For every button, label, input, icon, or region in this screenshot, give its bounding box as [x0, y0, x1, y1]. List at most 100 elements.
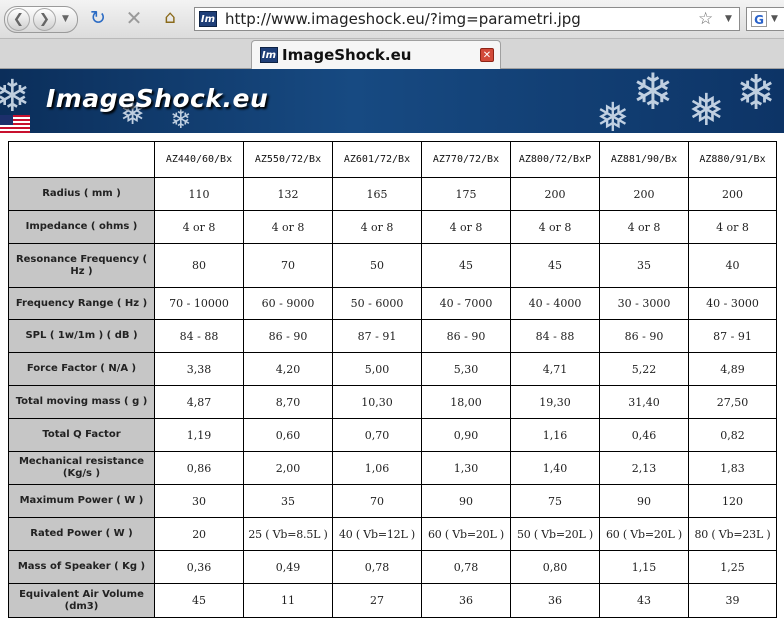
row-label: Radius ( mm ) — [8, 177, 155, 211]
table-row: Force Factor ( N/A ) 3,38 4,20 5,00 5,30… — [8, 352, 777, 386]
table-cell: 25 ( Vb=8.5L ) — [243, 517, 333, 551]
table-cell: 1,83 — [688, 451, 777, 485]
table-row: Mechanical resistance (Kg/s ) 0,86 2,00 … — [8, 451, 777, 485]
row-label: Total Q Factor — [8, 418, 155, 452]
us-flag-icon[interactable] — [0, 115, 30, 133]
table-cell: 70 — [332, 484, 422, 518]
table-cell: 36 — [421, 583, 511, 618]
table-cell: 2,13 — [599, 451, 689, 485]
table-cell: 80 ( Vb=23L ) — [688, 517, 777, 551]
table-cell: 0,78 — [421, 550, 511, 584]
table-cell: 0,36 — [154, 550, 244, 584]
home-icon[interactable]: ⌂ — [158, 6, 182, 30]
column-header: AZ550/72/Bx — [243, 141, 333, 178]
row-label: Rated Power ( W ) — [8, 517, 155, 551]
browser-toolbar: ❮ ❯ ▼ ↻ ✕ ⌂ Im http://www.imageshock.eu/… — [0, 0, 784, 39]
table-cell: 90 — [599, 484, 689, 518]
table-cell: 2,00 — [243, 451, 333, 485]
search-engine-dropdown-icon[interactable]: ▼ — [771, 14, 778, 24]
table-cell: 0,80 — [510, 550, 600, 584]
column-header: AZ440/60/Bx — [154, 141, 244, 178]
table-cell: 0,90 — [421, 418, 511, 452]
table-cell: 1,16 — [510, 418, 600, 452]
url-dropdown-icon[interactable]: ▼ — [725, 14, 732, 24]
table-cell: 1,25 — [688, 550, 777, 584]
row-label: Resonance Frequency ( Hz ) — [8, 243, 155, 288]
table-cell: 165 — [332, 177, 422, 211]
table-row: Resonance Frequency ( Hz ) 80 70 50 45 4… — [8, 243, 777, 288]
column-header: AZ770/72/Bx — [421, 141, 511, 178]
header-row: AZ440/60/Bx AZ550/72/Bx AZ601/72/Bx AZ77… — [8, 141, 777, 178]
table-cell: 19,30 — [510, 385, 600, 419]
row-label: SPL ( 1w/1m ) ( dB ) — [8, 319, 155, 353]
table-cell: 1,40 — [510, 451, 600, 485]
column-header: AZ881/90/Bx — [599, 141, 689, 178]
table-cell: 4 or 8 — [510, 210, 600, 244]
column-header: AZ601/72/Bx — [332, 141, 422, 178]
table-cell: 45 — [154, 583, 244, 618]
table-cell: 0,82 — [688, 418, 777, 452]
table-cell: 132 — [243, 177, 333, 211]
table-cell: 40 - 7000 — [421, 287, 511, 320]
table-cell: 35 — [243, 484, 333, 518]
table-row: Total moving mass ( g ) 4,87 8,70 10,30 … — [8, 385, 777, 419]
corner-cell — [8, 141, 155, 178]
close-tab-icon[interactable]: ✕ — [480, 48, 494, 62]
site-logo[interactable]: ImageShock.eu — [46, 84, 268, 113]
snowflake-decoration-icon: ❅ — [596, 95, 630, 133]
navigation-buttons: ❮ ❯ ▼ — [4, 6, 78, 33]
tab-title: ImageShock.eu — [282, 46, 412, 64]
table-cell: 27 — [332, 583, 422, 618]
forward-arrow-icon[interactable]: ❯ — [33, 8, 56, 31]
history-dropdown-icon[interactable]: ▼ — [62, 14, 69, 24]
address-url[interactable]: http://www.imageshock.eu/?img=parametri.… — [225, 10, 581, 28]
search-box[interactable]: G ▼ — [746, 7, 784, 31]
table-cell: 8,70 — [243, 385, 333, 419]
table-cell: 0,49 — [243, 550, 333, 584]
table-cell: 80 — [154, 243, 244, 288]
site-favicon-icon: Im — [199, 11, 217, 27]
table-cell: 75 — [510, 484, 600, 518]
tab-favicon-icon: Im — [260, 47, 278, 63]
snowflake-decoration-icon: ❄ — [736, 69, 777, 121]
table-cell: 86 - 90 — [599, 319, 689, 353]
column-header: AZ880/91/Bx — [688, 141, 777, 178]
row-label: Impedance ( ohms ) — [8, 210, 155, 244]
tab-strip: Im ImageShock.eu ✕ — [0, 39, 784, 69]
stop-icon[interactable]: ✕ — [122, 6, 146, 30]
table-cell: 3,38 — [154, 352, 244, 386]
table-cell: 87 - 91 — [332, 319, 422, 353]
table-cell: 4 or 8 — [154, 210, 244, 244]
table-cell: 10,30 — [332, 385, 422, 419]
table-cell: 20 — [154, 517, 244, 551]
bookmark-star-icon[interactable]: ☆ — [698, 9, 713, 29]
table-cell: 200 — [510, 177, 600, 211]
address-bar[interactable]: Im http://www.imageshock.eu/?img=paramet… — [194, 7, 740, 31]
table-cell: 40 — [688, 243, 777, 288]
table-cell: 87 - 91 — [688, 319, 777, 353]
table-cell: 35 — [599, 243, 689, 288]
table-cell: 90 — [421, 484, 511, 518]
table-cell: 4,89 — [688, 352, 777, 386]
table-cell: 50 — [332, 243, 422, 288]
row-label: Maximum Power ( W ) — [8, 484, 155, 518]
table-cell: 200 — [599, 177, 689, 211]
table-cell: 4 or 8 — [421, 210, 511, 244]
tab-imageshock[interactable]: Im ImageShock.eu ✕ — [251, 40, 501, 69]
snowflake-decoration-icon: ❄ — [632, 69, 674, 121]
search-engine-icon[interactable]: G — [751, 11, 767, 27]
table-cell: 43 — [599, 583, 689, 618]
table-cell: 120 — [688, 484, 777, 518]
reload-icon[interactable]: ↻ — [86, 6, 110, 30]
table-cell: 1,19 — [154, 418, 244, 452]
row-label: Mechanical resistance (Kg/s ) — [8, 451, 155, 485]
table-cell: 4,20 — [243, 352, 333, 386]
back-arrow-icon[interactable]: ❮ — [7, 8, 30, 31]
row-label: Force Factor ( N/A ) — [8, 352, 155, 386]
table-cell: 70 — [243, 243, 333, 288]
table-cell: 110 — [154, 177, 244, 211]
table-cell: 27,50 — [688, 385, 777, 419]
table-cell: 30 — [154, 484, 244, 518]
table-cell: 50 - 6000 — [332, 287, 422, 320]
table-cell: 1,06 — [332, 451, 422, 485]
